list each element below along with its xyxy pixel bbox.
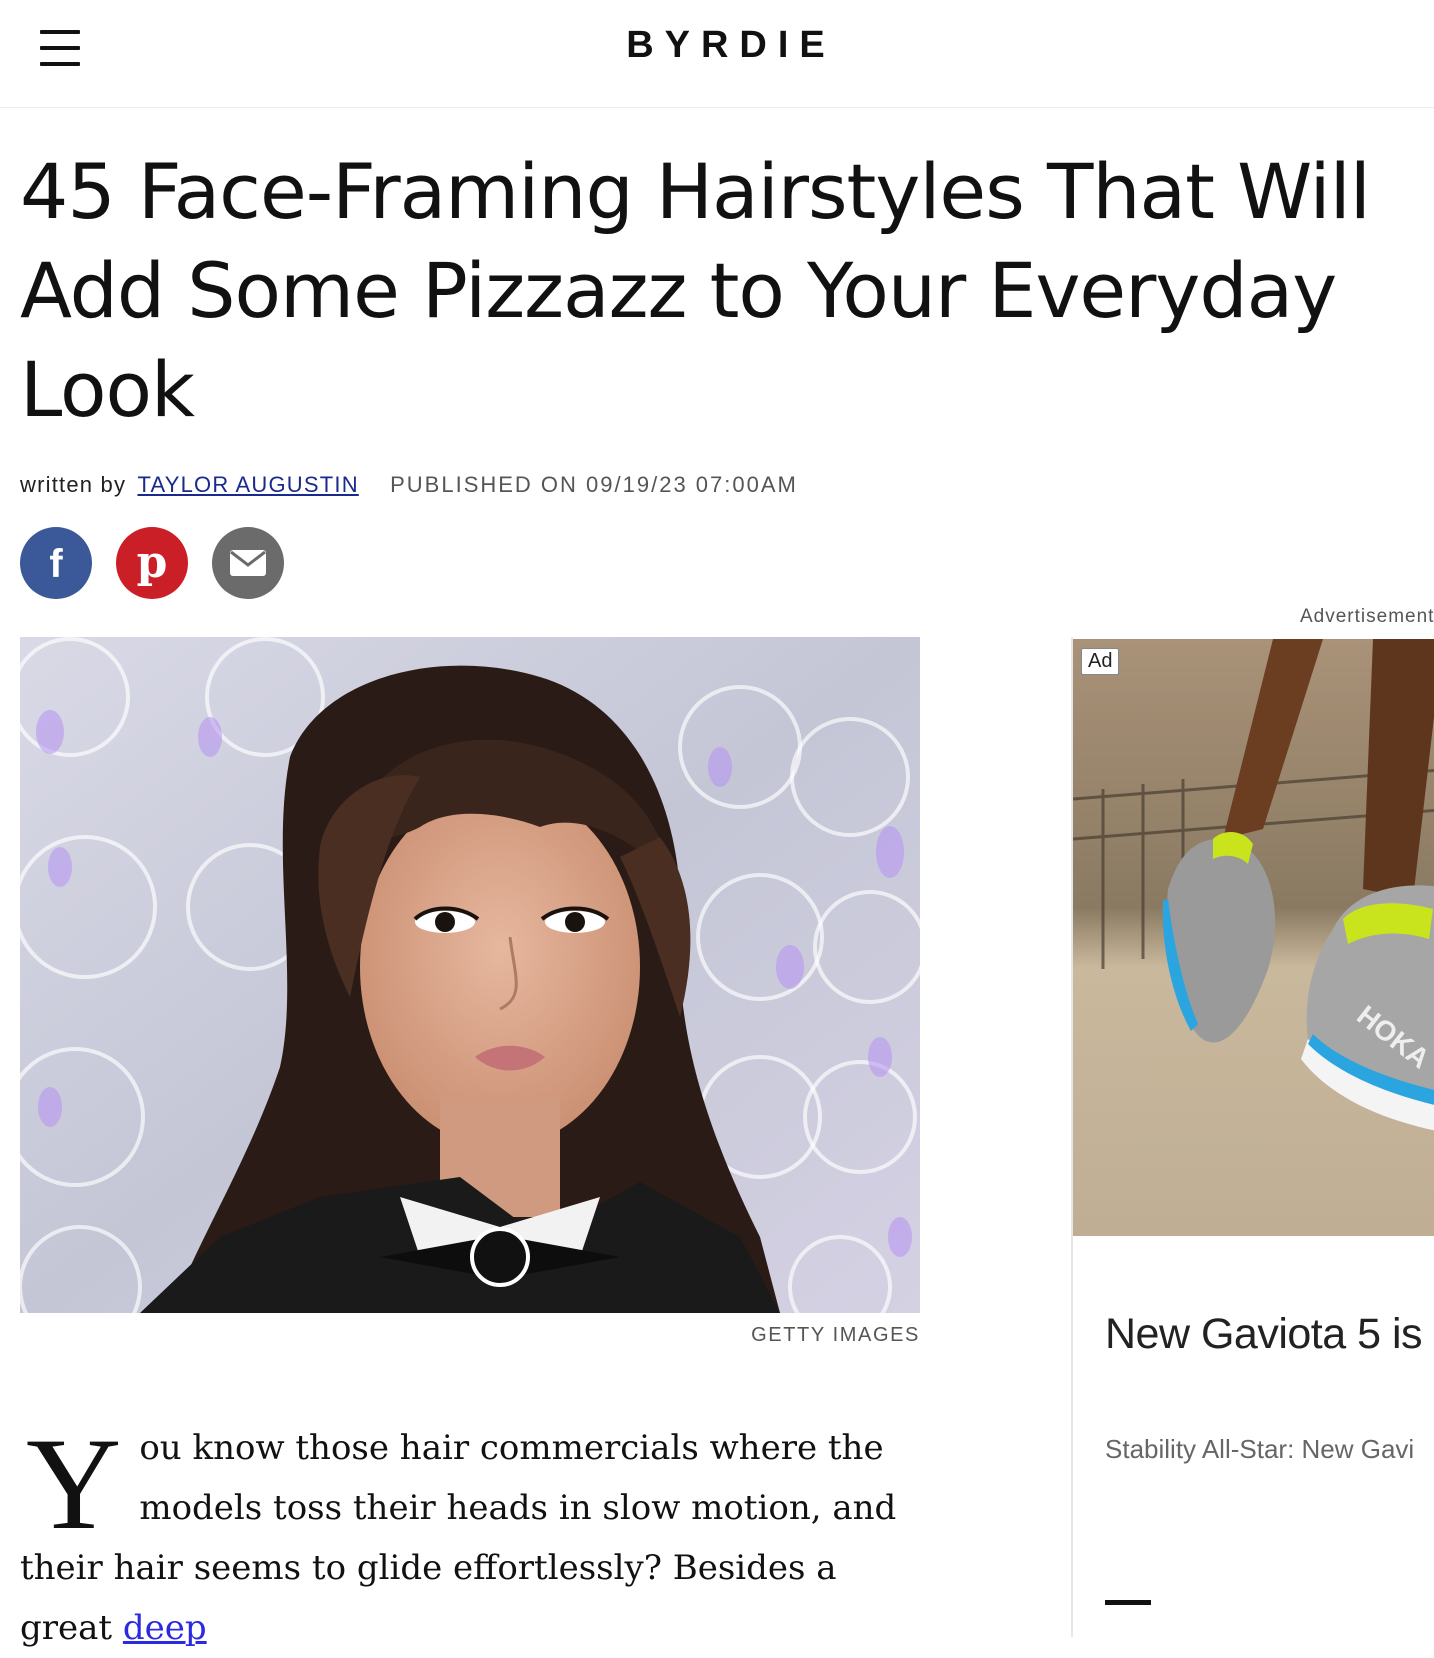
deep-conditioner-link[interactable]: deep — [123, 1608, 207, 1648]
article-title: 45 Face-Framing Hairstyles That Will Add… — [20, 147, 1371, 434]
site-logo[interactable]: BYRDIE — [0, 24, 1434, 67]
facebook-share-button[interactable]: f — [20, 527, 92, 599]
pinterest-share-button[interactable]: p — [116, 527, 188, 599]
advertisement-label: Advertisement — [1300, 606, 1434, 627]
author-link[interactable]: Taylor Augustin — [137, 472, 358, 497]
pinterest-icon: p — [136, 536, 168, 588]
hero-image — [20, 637, 920, 1313]
email-icon — [230, 550, 266, 576]
facebook-icon: f — [49, 541, 63, 586]
site-header: BYRDIE — [0, 0, 1434, 108]
article-body: You know those hair commercials where th… — [20, 1418, 920, 1658]
ad-headline[interactable]: New Gaviota 5 is — [1105, 1310, 1423, 1359]
email-share-button[interactable] — [212, 527, 284, 599]
drop-cap: Y — [26, 1410, 122, 1557]
ad-divider — [1105, 1600, 1151, 1605]
ad-image[interactable]: HOKA — [1073, 639, 1434, 1236]
ad-subtext: Stability All-Star: New Gavi — [1105, 1434, 1415, 1464]
ad-badge: Ad — [1081, 648, 1120, 675]
image-credit: Getty Images — [751, 1324, 920, 1346]
byline-prefix: written by — [20, 472, 127, 497]
published-date: Published on 09/19/23 07:00AM — [390, 472, 798, 497]
byline: written by Taylor Augustin Published on … — [20, 472, 798, 498]
